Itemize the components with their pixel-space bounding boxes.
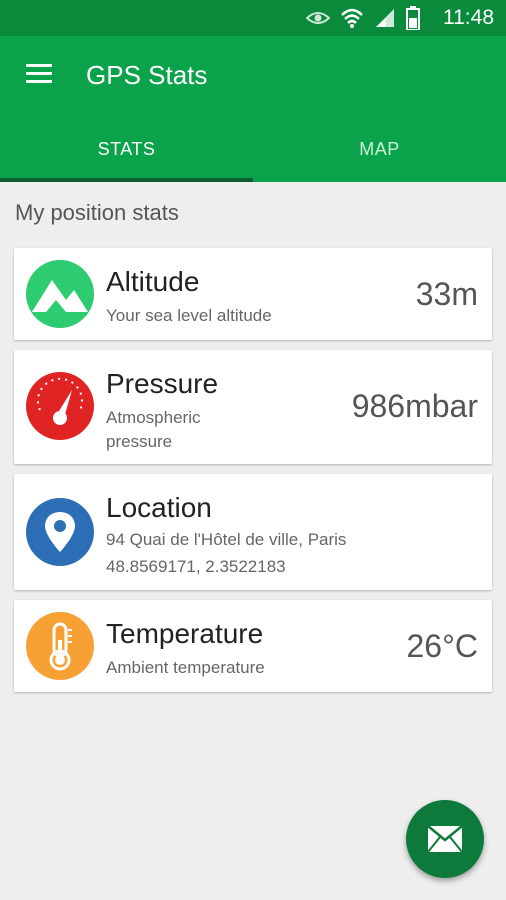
temperature-subtitle: Ambient temperature [106,658,265,677]
altitude-subtitle: Your sea level altitude [106,306,272,325]
tab-indicator [0,178,253,182]
mountain-icon [26,260,94,328]
menu-icon[interactable] [26,64,54,86]
battery-icon [406,6,420,35]
tab-stats[interactable]: STATS [0,126,253,182]
temperature-title: Temperature [106,618,264,649]
temperature-card[interactable]: Temperature Ambient temperature 26°C [14,600,492,692]
altitude-card[interactable]: Altitude Your sea level altitude 33m [14,248,492,340]
status-time: 11:48 [443,6,494,29]
altitude-value: 33m [415,276,478,312]
gauge-icon [26,372,94,440]
thermometer-icon [26,612,94,680]
tab-map[interactable]: MAP [253,126,506,182]
wifi-icon [340,7,364,34]
pressure-subtitle-line2: pressure [106,432,173,451]
tab-bar: STATS MAP [0,126,506,182]
app-bar: GPS Stats STATS MAP [0,36,506,182]
pressure-title: Pressure [106,368,219,399]
signal-icon [374,7,396,34]
app-title: GPS Stats [86,60,208,90]
pressure-card[interactable]: Pressure Atmospheric pressure 986mbar [14,350,492,464]
pressure-subtitle-line1: Atmospheric [106,408,201,427]
send-mail-fab[interactable] [406,800,484,878]
temperature-value: 26°C [406,628,479,664]
altitude-title: Altitude [106,266,200,297]
status-icons [305,6,420,35]
location-address: 94 Quai de l'Hôtel de ville, Paris [106,530,347,549]
pressure-value: 986mbar [351,388,478,424]
status-bar: 11:48 [0,0,506,36]
location-card[interactable]: Location 94 Quai de l'Hôtel de ville, Pa… [14,474,492,590]
location-title: Location [106,492,212,523]
eye-icon [305,8,331,33]
location-pin-icon [26,498,94,566]
section-title: My position stats [15,200,179,225]
mail-icon [427,825,463,858]
location-coords: 48.8569171, 2.3522183 [106,557,286,576]
